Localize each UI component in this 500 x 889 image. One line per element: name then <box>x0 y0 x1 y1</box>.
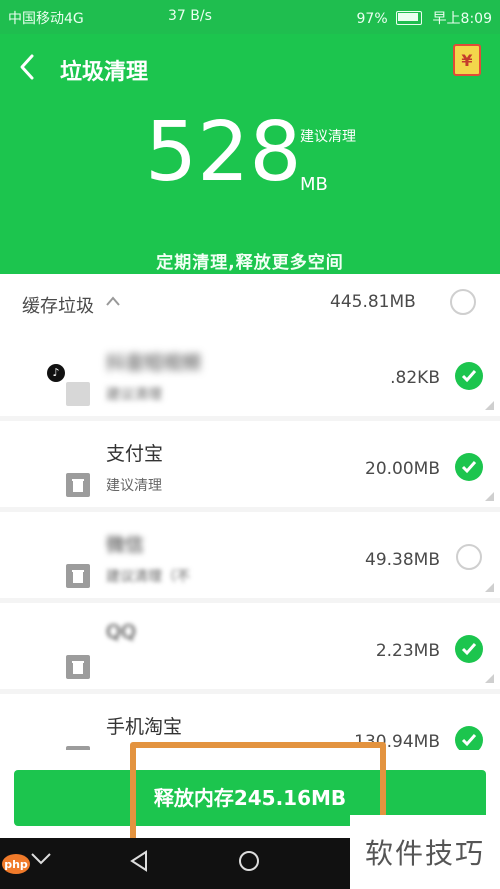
back-nav-icon[interactable] <box>128 850 150 872</box>
red-packet-icon[interactable]: ¥ <box>453 44 481 76</box>
back-arrow-icon <box>20 54 34 80</box>
corner-indicator <box>485 401 494 410</box>
junk-amount: 528 <box>145 105 302 200</box>
corner-indicator <box>485 674 494 683</box>
php-logo: php <box>2 854 30 874</box>
clock: 早上8:09 <box>432 11 492 27</box>
slogan: 定期清理,释放更多空间 <box>156 253 344 273</box>
check-icon[interactable] <box>455 362 483 390</box>
app-sub: 建议清理（不 <box>106 569 190 585</box>
app-size: 49.38MB <box>365 550 440 570</box>
app-cache-list[interactable]: ♪ 抖音短视频 建议清理 .82KB 支付宝 建议清理 20.00MB 微信 建… <box>0 330 500 750</box>
trash-icon <box>66 473 90 497</box>
home-icon[interactable] <box>238 850 260 872</box>
list-item[interactable]: 支付宝 建议清理 20.00MB <box>0 421 500 512</box>
battery-level: 97% <box>356 11 388 27</box>
app-size: 2.23MB <box>375 641 440 661</box>
page-title: 垃圾清理 <box>60 60 149 85</box>
advice-label: 建议清理 <box>300 129 356 145</box>
app-name: QQ <box>106 621 136 643</box>
highlight-box <box>130 742 386 846</box>
app-sub: 建议清理 <box>106 387 162 403</box>
unchecked-circle[interactable] <box>456 544 482 570</box>
list-item[interactable]: ♪ 抖音短视频 建议清理 .82KB <box>0 330 500 421</box>
list-item[interactable]: QQ 2.23MB <box>0 603 500 694</box>
check-icon[interactable] <box>455 726 483 750</box>
check-icon[interactable] <box>455 453 483 481</box>
corner-indicator <box>485 492 494 501</box>
app-name: 微信 <box>106 534 145 556</box>
cache-label: 缓存垃圾 <box>22 296 94 317</box>
app-name: 支付宝 <box>106 443 164 465</box>
chevron-up-icon[interactable] <box>106 296 120 306</box>
app-size: .82KB <box>390 368 440 388</box>
list-item[interactable]: 微信 建议清理（不 49.38MB <box>0 512 500 603</box>
watermark: 软件技巧 <box>350 815 500 889</box>
app-name: 手机淘宝 <box>106 716 183 738</box>
trash-icon <box>66 655 90 679</box>
trash-icon <box>66 382 90 406</box>
tiktok-icon: ♪ <box>47 364 65 382</box>
battery-icon <box>396 11 423 25</box>
cache-size: 445.81MB <box>330 292 416 312</box>
app-sub: 建议清理 <box>106 478 162 494</box>
cache-junk-row[interactable]: 缓存垃圾 445.81MB <box>0 274 500 331</box>
check-icon[interactable] <box>455 635 483 663</box>
junk-summary-header: 垃圾清理 ¥ 528 建议清理 MB 定期清理,释放更多空间 <box>0 34 500 274</box>
corner-indicator <box>485 583 494 592</box>
chevron-down-icon[interactable] <box>30 850 52 868</box>
network-speed: 37 B/s <box>168 8 212 24</box>
back-button[interactable] <box>14 52 42 82</box>
carrier: 中国移动4G <box>8 11 84 27</box>
trash-icon <box>66 746 90 750</box>
app-name: 抖音短视频 <box>106 352 202 374</box>
status-right: 97% 早上8:09 <box>357 8 492 28</box>
cache-select-checkbox[interactable] <box>450 289 476 315</box>
trash-icon <box>66 564 90 588</box>
app-size: 20.00MB <box>365 459 440 479</box>
status-bar: 中国移动4G 37 B/s 97% 早上8:09 <box>0 0 500 34</box>
junk-unit: MB <box>300 174 328 195</box>
